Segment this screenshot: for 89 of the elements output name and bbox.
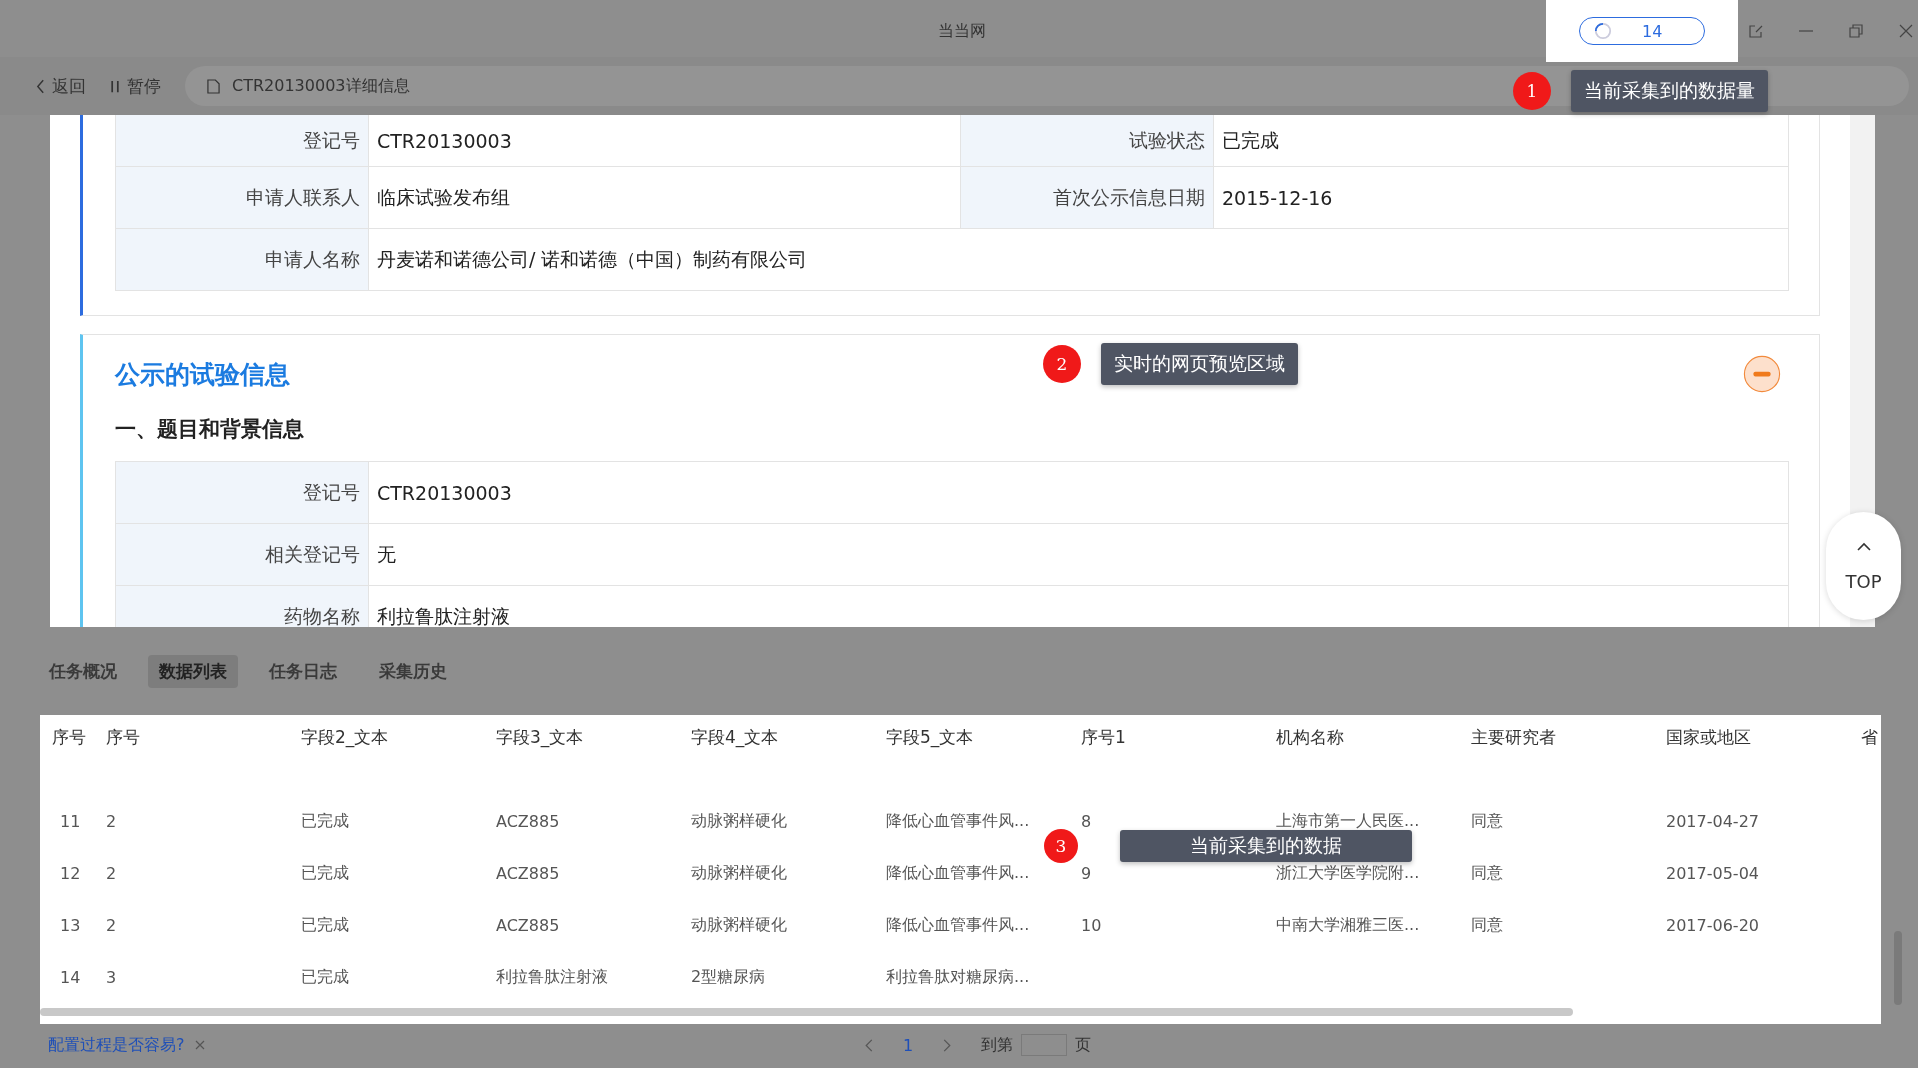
table-cell-text: 2017-05-04 [1666,863,1760,883]
column-header: 字段2_文本 [301,725,390,749]
field-label: 相关登记号 [116,524,369,585]
table-cell-text: 动脉粥样硬化 [691,810,788,832]
table-cell-text: 2 [106,811,118,831]
back-to-top-button[interactable]: TOP [1826,512,1901,620]
tooltip: 实时的网页预览区域 [1101,343,1298,385]
table-cell-text: 降低心血管事件风... [886,862,1031,884]
horizontal-scrollbar[interactable] [40,1008,1573,1016]
pause-icon [110,78,120,94]
table-cell-text: 动脉粥样硬化 [691,914,788,936]
edit-icon[interactable] [1748,23,1764,39]
table-cell-text: 3 [106,967,118,987]
field-label: 申请人联系人 [116,167,369,228]
table-cell-text: 11 [59,811,82,831]
table-cell-text: 2017-06-20 [1666,915,1760,935]
table-cell-text: ACZ885 [496,915,561,935]
tab[interactable]: 任务概况 [38,654,128,688]
table-cell-text: 同意 [1471,862,1504,884]
column-header: 国家或地区 [1666,725,1752,749]
document-icon [207,78,220,94]
subsection-title: 一、题目和背景信息 [115,416,305,443]
restore-icon[interactable] [1848,23,1864,39]
table-cell-text: 2 [106,915,118,935]
field-value: 丹麦诺和诺德公司/ 诺和诺德（中国）制药有限公司 [376,246,809,272]
next-page-icon[interactable] [943,1038,952,1052]
tooltip: 当前采集到的数据量 [1571,70,1768,112]
window-title: 当当网 [938,20,986,42]
table-cell-text: 利拉鲁肽注射液 [496,966,609,988]
column-header: 字段4_文本 [691,725,780,749]
table-cell-text: 降低心血管事件风... [886,914,1031,936]
close-icon[interactable] [194,1040,205,1050]
tab[interactable]: 数据列表 [148,654,238,688]
column-header: 序号 [51,725,87,749]
field-value: CTR20130003 [376,480,513,506]
page-unit: 页 [1075,1034,1092,1056]
field-label: 药物名称 [116,586,369,627]
table-cell-text: 浙江大学医学院附... [1276,862,1421,884]
goto-label: 到第 [981,1034,1014,1056]
table-cell-text: 已完成 [301,914,350,936]
column-header: 序号 [106,725,141,749]
table-cell-text: ACZ885 [496,863,561,883]
close-icon[interactable] [1898,23,1914,39]
table-cell-text: 同意 [1471,810,1504,832]
table-cell-text: 14 [59,967,82,987]
tab[interactable]: 采集历史 [368,654,458,688]
tooltip: 当前采集到的数据 [1120,830,1412,862]
field-label: 申请人名称 [116,229,369,290]
table-cell-text: 2型糖尿病 [691,966,767,988]
table-cell-text: 上海市第一人民医... [1276,810,1421,832]
table-cell-text: 已完成 [301,862,350,884]
table-cell-text: ACZ885 [496,811,561,831]
back-button[interactable]: 返回 [36,74,86,98]
table-cell-text: 利拉鲁肽对糖尿病... [886,966,1031,988]
table-cell-text: 降低心血管事件风... [886,810,1031,832]
column-header: 字段5_文本 [886,725,975,749]
column-header: 字段3_文本 [496,725,585,749]
column-header: 机构名称 [1276,725,1345,749]
field-value: 利拉鲁肽注射液 [376,603,511,627]
previous-page-icon[interactable] [865,1038,873,1052]
table-cell-text: 已完成 [301,810,350,832]
current-page[interactable]: 1 [903,1035,914,1055]
table-cell-text: 12 [59,863,82,883]
table-cell-text: 同意 [1471,914,1504,936]
table-cell-text: 10 [1081,915,1103,935]
field-value: 2015-12-16 [1221,185,1334,211]
collapse-icon[interactable] [1743,355,1781,393]
pause-button[interactable]: 暂停 [110,74,161,98]
field-value: 无 [376,541,397,567]
spinner-icon [1594,22,1612,40]
field-value: 已完成 [1221,127,1280,153]
table-cell-text: 13 [59,915,82,935]
table-cell-text: 8 [1081,811,1093,831]
field-label: 登记号 [116,462,369,523]
table-cell-text: 2017-04-27 [1666,811,1760,831]
table-cell-text: 已完成 [301,966,350,988]
table-cell-text: 2 [106,863,118,883]
column-header: 主要研究者 [1471,725,1557,749]
feedback-link[interactable]: 配置过程是否容易? [48,1034,185,1056]
tab[interactable]: 任务日志 [258,654,348,688]
field-label: 首次公示信息日期 [961,167,1214,228]
table-cell-text: 9 [1081,863,1093,883]
table-cell-text: 中南大学湘雅三医... [1276,914,1421,936]
column-header: 省 [1861,725,1879,749]
column-header: 序号1 [1081,725,1127,749]
field-label: 试验状态 [961,115,1214,166]
section-title: 公示的试验信息 [115,358,290,391]
table-cell-text: 动脉粥样硬化 [691,862,788,884]
field-label: 登记号 [116,115,369,166]
